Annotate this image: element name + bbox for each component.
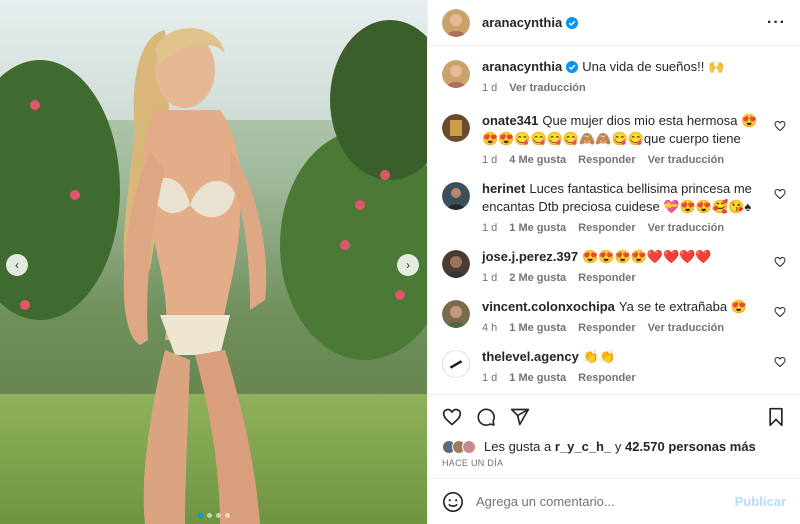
avatar[interactable] xyxy=(442,114,470,142)
comment-composer: Publicar xyxy=(428,478,800,524)
comment-item: onate341 Que mujer dios mio esta hermosa … xyxy=(442,112,786,166)
carousel-indicator xyxy=(197,513,230,518)
comment-time[interactable]: 1 d xyxy=(482,272,497,284)
comment-icon[interactable] xyxy=(476,407,496,427)
liker-username[interactable]: r_y_c_h_ xyxy=(555,439,611,454)
verified-badge-icon xyxy=(566,16,579,29)
comment-text: Ya se te extrañaba 😍 xyxy=(618,299,747,314)
image-flower xyxy=(355,200,365,210)
reply-button[interactable]: Responder xyxy=(578,222,635,234)
comment-username[interactable]: onate341 xyxy=(482,113,538,128)
reply-button[interactable]: Responder xyxy=(578,272,635,284)
next-image-button[interactable]: › xyxy=(397,254,419,276)
post-author-username[interactable]: aranacynthia xyxy=(482,15,562,30)
see-translation-button[interactable]: Ver traducción xyxy=(648,222,724,234)
comment-item: herinet Luces fantastica bellisima prince… xyxy=(442,180,786,234)
likes-prefix: Les gusta a xyxy=(484,439,552,454)
image-flower xyxy=(20,300,30,310)
avatar[interactable] xyxy=(442,8,470,37)
save-bookmark-icon[interactable] xyxy=(766,407,786,427)
post-actions: Les gusta a r_y_c_h_ y 42.570 personas m… xyxy=(428,394,800,468)
comment-username[interactable]: thelevel.agency xyxy=(482,349,579,364)
comment-likes[interactable]: 4 Me gusta xyxy=(509,154,566,166)
comments-list: aranacynthia Una vida de sueños!! 🙌 1 d V… xyxy=(428,46,800,394)
comment-item: jose.j.perez.397 😍😍😍😍❤️❤️❤️❤️ 1 d 2 Me gu… xyxy=(442,248,786,284)
image-flower xyxy=(30,100,40,110)
reply-button[interactable]: Responder xyxy=(578,372,635,384)
chevron-right-icon: › xyxy=(406,258,410,272)
avatar[interactable] xyxy=(442,300,470,328)
more-options-icon[interactable]: ··· xyxy=(767,14,786,32)
caption-time[interactable]: 1 d xyxy=(482,82,497,94)
carousel-dot xyxy=(224,513,230,518)
previous-image-button[interactable]: ‹ xyxy=(6,254,28,276)
comment-item: thelevel.agency 👏👏 1 d 1 Me gusta Respond… xyxy=(442,348,786,384)
image-flower xyxy=(395,290,405,300)
image-person-figure xyxy=(123,28,267,524)
see-translation-button[interactable]: Ver traducción xyxy=(509,82,585,94)
like-comment-heart-icon[interactable] xyxy=(774,256,786,268)
carousel-dot xyxy=(197,513,203,518)
comment-time[interactable]: 1 d xyxy=(482,222,497,234)
verified-badge-icon xyxy=(566,61,579,73)
image-flower xyxy=(340,240,350,250)
post-image[interactable]: ‹ › xyxy=(0,0,427,524)
like-comment-heart-icon[interactable] xyxy=(774,306,786,318)
comment-time[interactable]: 1 d xyxy=(482,154,497,166)
comment-username[interactable]: herinet xyxy=(482,181,525,196)
see-translation-button[interactable]: Ver traducción xyxy=(648,322,724,334)
emoji-icon[interactable] xyxy=(442,491,464,513)
image-flower xyxy=(380,170,390,180)
comment-username[interactable]: vincent.colonxochipa xyxy=(482,299,615,314)
comment-input[interactable] xyxy=(476,494,735,509)
comment-likes[interactable]: 1 Me gusta xyxy=(509,322,566,334)
carousel-dot xyxy=(215,513,221,518)
likes-conjunction: y xyxy=(614,439,622,454)
comment-text: 😍😍😍😍❤️❤️❤️❤️ xyxy=(582,249,712,264)
like-comment-heart-icon[interactable] xyxy=(774,188,786,200)
avatar[interactable] xyxy=(442,350,470,378)
share-icon[interactable] xyxy=(510,407,530,427)
post-header: aranacynthia ··· xyxy=(428,0,800,46)
avatar[interactable] xyxy=(442,250,470,278)
like-comment-heart-icon[interactable] xyxy=(774,356,786,368)
comment-item: vincent.colonxochipa Ya se te extrañaba 😍… xyxy=(442,298,786,334)
comment-likes[interactable]: 2 Me gusta xyxy=(509,272,566,284)
likes-summary: Les gusta a r_y_c_h_ y 42.570 personas m… xyxy=(442,439,786,454)
comment-text: 👏👏 xyxy=(582,349,616,364)
comment-time[interactable]: 1 d xyxy=(482,372,497,384)
post-modal: ‹ › aranacynthia ··· aranacynthia Una vi… xyxy=(0,0,800,524)
post-timestamp[interactable]: HACE UN DÍA xyxy=(442,458,786,468)
like-comment-heart-icon[interactable] xyxy=(774,120,786,132)
avatar xyxy=(462,439,476,454)
avatar[interactable] xyxy=(442,60,470,88)
chevron-left-icon: ‹ xyxy=(15,258,19,272)
comment-likes[interactable]: 1 Me gusta xyxy=(509,222,566,234)
comment-likes[interactable]: 1 Me gusta xyxy=(509,372,566,384)
post-caption: aranacynthia Una vida de sueños!! 🙌 1 d V… xyxy=(442,58,786,94)
likes-count[interactable]: 42.570 personas más xyxy=(625,439,756,454)
post-comment-button[interactable]: Publicar xyxy=(735,494,786,509)
comment-username[interactable]: jose.j.perez.397 xyxy=(482,249,578,264)
post-details-panel: aranacynthia ··· aranacynthia Una vida de… xyxy=(427,0,800,524)
reply-button[interactable]: Responder xyxy=(578,154,635,166)
reply-button[interactable]: Responder xyxy=(578,322,635,334)
caption-text: Una vida de sueños!! 🙌 xyxy=(582,59,725,74)
liker-avatars[interactable] xyxy=(442,439,476,454)
like-heart-icon[interactable] xyxy=(442,407,462,427)
avatar[interactable] xyxy=(442,182,470,210)
caption-username[interactable]: aranacynthia xyxy=(482,59,562,74)
comment-time[interactable]: 4 h xyxy=(482,322,497,334)
see-translation-button[interactable]: Ver traducción xyxy=(648,154,724,166)
carousel-dot xyxy=(206,513,212,518)
